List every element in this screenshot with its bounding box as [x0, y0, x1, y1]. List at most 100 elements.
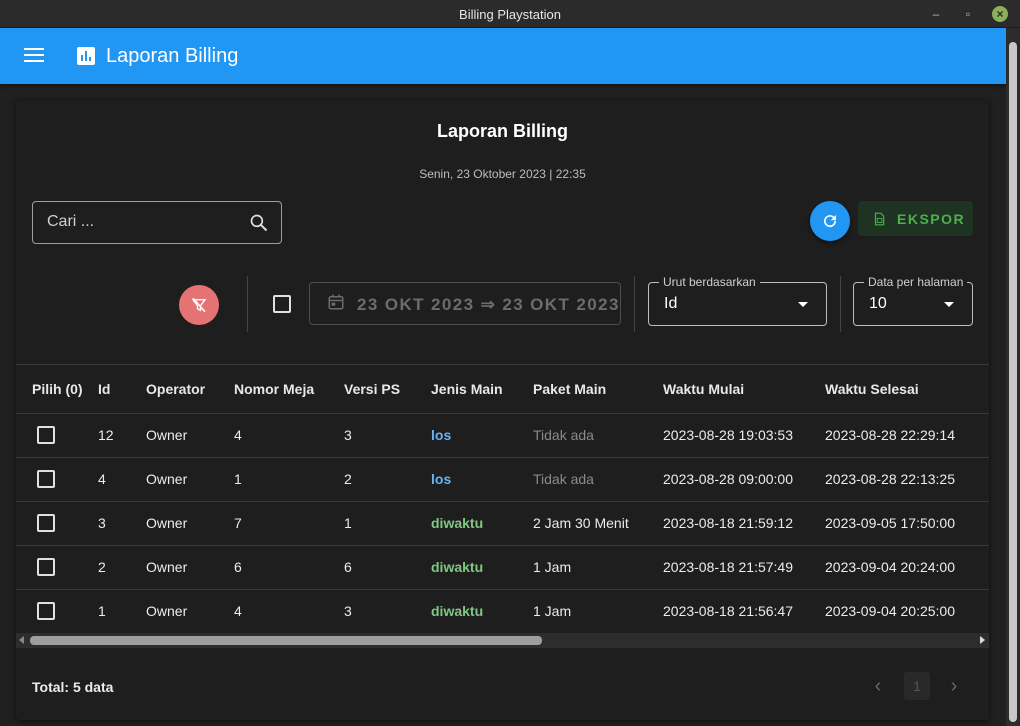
column-header[interactable]: Waktu Selesai — [825, 366, 989, 414]
sort-value: Id — [664, 295, 678, 312]
close-icon[interactable]: × — [992, 6, 1008, 22]
column-header[interactable]: Waktu Mulai — [663, 366, 825, 414]
per-page-label: Data per halaman — [864, 275, 968, 289]
column-header[interactable]: Nomor Meja — [234, 366, 344, 414]
spreadsheet-icon — [874, 212, 885, 226]
chevron-left-icon[interactable]: ‹ — [866, 675, 890, 699]
date-filter-checkbox[interactable] — [273, 295, 291, 313]
cell-id: 1 — [98, 589, 146, 634]
column-header[interactable]: Jenis Main — [431, 366, 533, 414]
page-button[interactable]: 1 — [904, 672, 930, 700]
total-count: Total: 5 data — [32, 679, 114, 695]
table-row[interactable]: 1 Owner 4 3 diwaktu 1 Jam 2023-08-18 21:… — [16, 589, 989, 634]
cell-meja: 6 — [234, 545, 344, 590]
cell-operator: Owner — [146, 545, 234, 590]
calendar-icon — [328, 294, 344, 310]
table-row[interactable]: 2 Owner 6 6 diwaktu 1 Jam 2023-08-18 21:… — [16, 545, 989, 590]
cell-jenis: diwaktu — [431, 545, 533, 590]
cell-jenis: diwaktu — [431, 589, 533, 634]
sort-label: Urut berdasarkan — [659, 275, 760, 289]
sort-select[interactable]: Urut berdasarkan Id — [648, 275, 827, 326]
export-label: EKSPOR — [897, 211, 966, 227]
cell-meja: 1 — [234, 457, 344, 502]
search-box — [32, 201, 282, 244]
cell-meja: 4 — [234, 589, 344, 634]
refresh-icon — [824, 215, 837, 228]
cell-paket: 1 Jam — [533, 589, 663, 634]
column-header[interactable]: Id — [98, 366, 146, 414]
window-title: Billing Playstation — [459, 7, 561, 22]
row-checkbox[interactable] — [37, 426, 55, 445]
cell-selesai: 2023-08-28 22:29:14 — [825, 413, 989, 458]
cell-jenis: los — [431, 413, 533, 458]
cell-versi: 6 — [344, 545, 431, 590]
chevron-right-icon[interactable]: › — [942, 675, 966, 699]
cell-mulai: 2023-08-18 21:59:12 — [663, 501, 825, 546]
cell-id: 4 — [98, 457, 146, 502]
report-date: Senin, 23 Oktober 2023 | 22:35 — [419, 167, 586, 181]
cell-versi: 3 — [344, 413, 431, 458]
vertical-scrollbar[interactable] — [1006, 28, 1020, 726]
cell-paket: 1 Jam — [533, 545, 663, 590]
cell-selesai: 2023-09-04 20:25:00 — [825, 589, 989, 634]
cell-mulai: 2023-08-18 21:57:49 — [663, 545, 825, 590]
cell-selesai: 2023-09-05 17:50:00 — [825, 501, 989, 546]
search-icon[interactable] — [249, 213, 269, 233]
table-row[interactable]: 4 Owner 1 2 los Tidak ada 2023-08-28 09:… — [16, 457, 989, 502]
cell-paket: 2 Jam 30 Menit — [533, 501, 663, 546]
cell-jenis: diwaktu — [431, 501, 533, 546]
table-header-row: Pilih (0) Id Operator Nomor Meja Versi P… — [16, 366, 989, 414]
app-title: Laporan Billing — [106, 45, 239, 67]
cell-meja: 4 — [234, 413, 344, 458]
divider — [247, 276, 248, 332]
row-checkbox[interactable] — [37, 558, 55, 577]
cell-mulai: 2023-08-28 19:03:53 — [663, 413, 825, 458]
cell-paket: Tidak ada — [533, 413, 663, 458]
divider — [634, 276, 635, 332]
cell-versi: 3 — [344, 589, 431, 634]
row-checkbox[interactable] — [37, 602, 55, 621]
scrollbar-thumb[interactable] — [30, 636, 542, 645]
cell-id: 3 — [98, 501, 146, 546]
per-page-select[interactable]: Data per halaman 10 — [853, 275, 973, 326]
cell-versi: 1 — [344, 501, 431, 546]
scroll-right-icon[interactable] — [980, 636, 985, 644]
cell-id: 2 — [98, 545, 146, 590]
table-row[interactable]: 12 Owner 4 3 los Tidak ada 2023-08-28 19… — [16, 413, 989, 458]
cell-selesai: 2023-09-04 20:24:00 — [825, 545, 989, 590]
column-header[interactable]: Pilih (0) — [16, 366, 98, 414]
cell-operator: Owner — [146, 589, 234, 634]
billing-table: Pilih (0) Id Operator Nomor Meja Versi P… — [16, 366, 989, 634]
search-input[interactable] — [47, 213, 237, 231]
divider — [16, 364, 989, 365]
export-button[interactable]: EKSPOR — [858, 201, 973, 236]
cell-selesai: 2023-08-28 22:13:25 — [825, 457, 989, 502]
cell-jenis: los — [431, 457, 533, 502]
filter-off-icon — [191, 297, 207, 313]
column-header[interactable]: Paket Main — [533, 366, 663, 414]
cell-paket: Tidak ada — [533, 457, 663, 502]
clear-filter-button[interactable] — [179, 285, 219, 325]
table-row[interactable]: 3 Owner 7 1 diwaktu 2 Jam 30 Menit 2023-… — [16, 501, 989, 546]
cell-mulai: 2023-08-28 09:00:00 — [663, 457, 825, 502]
minimize-icon[interactable]: – — [928, 6, 944, 22]
menu-icon[interactable] — [24, 48, 44, 64]
cell-operator: Owner — [146, 413, 234, 458]
chevron-down-icon — [944, 302, 954, 307]
row-checkbox[interactable] — [37, 470, 55, 489]
per-page-value: 10 — [869, 295, 887, 312]
scroll-left-icon[interactable] — [19, 636, 24, 644]
cell-meja: 7 — [234, 501, 344, 546]
cell-operator: Owner — [146, 457, 234, 502]
maximize-icon[interactable]: ▫ — [960, 6, 976, 22]
cell-mulai: 2023-08-18 21:56:47 — [663, 589, 825, 634]
date-range-value: 23 OKT 2023 ⇒ 23 OKT 2023 — [357, 295, 620, 314]
column-header[interactable]: Operator — [146, 366, 234, 414]
report-icon — [77, 47, 95, 65]
date-range-field[interactable]: 23 OKT 2023 ⇒ 23 OKT 2023 — [309, 282, 621, 325]
row-checkbox[interactable] — [37, 514, 55, 533]
column-header[interactable]: Versi PS — [344, 366, 431, 414]
refresh-button[interactable] — [810, 201, 850, 241]
cell-operator: Owner — [146, 501, 234, 546]
horizontal-scrollbar[interactable] — [16, 633, 989, 648]
